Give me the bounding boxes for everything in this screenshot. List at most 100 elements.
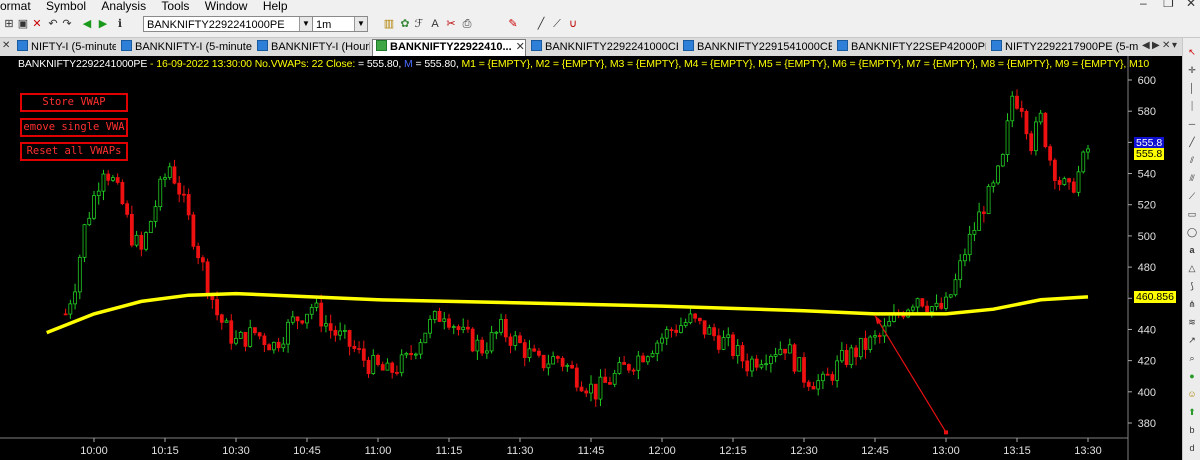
menu-format[interactable]: ormat [0, 0, 31, 12]
tab-banknifty-ce[interactable]: BANKNIFTY2292241000CE (... [528, 40, 678, 55]
candle-body [319, 302, 324, 327]
menu-symbol[interactable]: Symbol [46, 0, 86, 12]
restore-icon[interactable]: ❐ [1163, 0, 1174, 9]
back-icon[interactable]: ◀ [80, 17, 94, 31]
close-window-icon[interactable]: ✕ [1186, 0, 1196, 9]
candle-body [447, 318, 451, 328]
tab-close-all-icon[interactable]: ✕ [1162, 40, 1170, 51]
forward-icon[interactable]: ▶ [96, 17, 110, 31]
candle-body [570, 364, 574, 369]
candle-body [953, 279, 958, 296]
symbol-combo[interactable]: BANKNIFTY2292241000PE ▼ [143, 16, 313, 32]
magnet-icon[interactable]: ∪ [566, 17, 580, 31]
fib-icon[interactable]: ≋ [1186, 316, 1198, 328]
x-tick-label: 10:00 [80, 445, 108, 457]
drawing-icon[interactable]: ✿ [398, 17, 412, 31]
fibonacci-icon[interactable]: ℱ [412, 17, 426, 31]
remove-single-vwap-button[interactable]: emove single VWA [20, 118, 128, 137]
candle-body [811, 386, 816, 390]
arrow-draw-icon[interactable]: ↗ [1186, 334, 1198, 346]
triangle-icon[interactable]: △ [1186, 262, 1198, 274]
candle-body [1086, 148, 1090, 153]
tab-close-icon[interactable]: ✕ [2, 40, 10, 51]
ray-icon[interactable]: ⟋ [1186, 190, 1198, 202]
tab-banknifty-sep-pe[interactable]: BANKNIFTY22SEP42000PE (... [834, 40, 986, 55]
screen-icon[interactable]: ⎙ [460, 17, 474, 31]
info-icon[interactable]: ℹ [113, 17, 127, 31]
grid-icon[interactable]: ⊞ [2, 17, 16, 31]
tab-menu-icon[interactable]: ▾ [1172, 40, 1177, 51]
parallel-lines-icon[interactable]: ⫽ [1186, 154, 1198, 166]
tab-banknifty-5min[interactable]: BANKNIFTY-I (5-minute) [118, 40, 252, 55]
candle-body [442, 318, 447, 322]
tab-banknifty-active[interactable]: BANKNIFTY22922410... ✕ [372, 39, 526, 57]
redo-icon[interactable]: ↷ [60, 17, 74, 31]
zoom-icon[interactable]: ⌕ [1186, 352, 1198, 364]
menu-tools[interactable]: Tools [161, 0, 189, 12]
candle-body [920, 298, 925, 307]
horizontal-line-icon[interactable]: ─ [1186, 118, 1198, 130]
tab-scroll-left-icon[interactable]: ◀ [1142, 40, 1150, 51]
tab-scroll-right-icon[interactable]: ▶ [1152, 40, 1160, 51]
rectangle-icon[interactable]: ▭ [1186, 208, 1198, 220]
up-arrow-icon[interactable]: ⬆ [1186, 406, 1198, 418]
chart-pane[interactable]: 38040042044046048050052054056058060010:0… [0, 56, 1182, 460]
candle-body [385, 362, 390, 371]
candle-body [603, 376, 608, 383]
menu-help[interactable]: Help [263, 0, 288, 12]
candle-icon[interactable]: ▥ [382, 17, 396, 31]
chevron-down-icon[interactable]: ▼ [354, 17, 367, 31]
candle-body [172, 166, 177, 184]
pen-icon[interactable]: ✎ [506, 17, 520, 31]
minimize-icon[interactable]: – [1140, 0, 1147, 9]
undo-icon[interactable]: ↶ [46, 17, 60, 31]
candle-body [764, 363, 769, 366]
vwap-line [46, 291, 1089, 335]
candle-body [693, 313, 698, 319]
candle-body [1076, 171, 1081, 193]
window-icon[interactable]: ▣ [16, 17, 30, 31]
text-icon[interactable]: a [1186, 244, 1198, 256]
candle-body [612, 372, 617, 385]
crosshair-icon[interactable]: ✛ [1186, 64, 1198, 76]
trendline-icon[interactable]: ╱ [1186, 136, 1198, 148]
line-tool-icon[interactable]: ╱ [534, 17, 548, 31]
candle-body [835, 360, 840, 381]
candle-body [1000, 154, 1005, 167]
reset-all-vwaps-button[interactable]: Reset all VWAPs [20, 142, 128, 161]
pitchfork-icon[interactable]: ⋔ [1186, 298, 1198, 310]
vertical-line-icon[interactable]: │ [1186, 82, 1198, 94]
candle-body [636, 355, 641, 371]
d-icon[interactable]: d [1186, 442, 1198, 454]
tab-nifty-5min[interactable]: NIFTY-I (5-minute) [14, 40, 116, 55]
candle-body [1048, 146, 1053, 161]
candle-body [158, 178, 163, 208]
candlestick-chart[interactable]: 38040042044046048050052054056058060010:0… [0, 56, 1182, 460]
tab-nifty-pe[interactable]: NIFTY2292217900PE (5-min... [988, 40, 1138, 55]
tab-label: BANKNIFTY22922410... [390, 41, 512, 53]
smiley-icon[interactable]: ☺ [1186, 388, 1198, 400]
tab-banknifty-hourly[interactable]: BANKNIFTY-I (Hourly) [254, 40, 370, 55]
interval-combo[interactable]: 1m ▼ [312, 16, 368, 32]
b-icon[interactable]: b [1186, 424, 1198, 436]
menu-window[interactable]: Window [205, 0, 248, 12]
tab-banknifty-ce-2[interactable]: BANKNIFTY2291541000CE (... [680, 40, 832, 55]
candle-body [650, 353, 655, 358]
candle-body [617, 362, 622, 374]
ellipse-icon[interactable]: ◯ [1186, 226, 1198, 238]
store-vwap-button[interactable]: Store VWAP [20, 93, 128, 112]
menu-analysis[interactable]: Analysis [101, 0, 146, 12]
buy-marker-icon[interactable]: ● [1186, 370, 1198, 382]
cursor-icon[interactable]: ↖ [1186, 46, 1198, 58]
tools-icon[interactable]: ✂ [444, 17, 458, 31]
candle-body [305, 313, 309, 324]
channel-icon[interactable]: ⫻ [1186, 172, 1198, 184]
text-tool-icon[interactable]: A [428, 17, 442, 31]
vertical-bar-icon[interactable]: ⏐ [1186, 100, 1198, 112]
fan-icon[interactable]: ⟆ [1186, 280, 1198, 292]
delete-icon[interactable]: ✕ [30, 17, 44, 31]
ray-tool-icon[interactable]: ⟋ [550, 17, 564, 31]
close-tab-icon[interactable]: ✕ [516, 41, 525, 53]
candle-body [1019, 107, 1024, 112]
chevron-down-icon[interactable]: ▼ [299, 17, 312, 31]
